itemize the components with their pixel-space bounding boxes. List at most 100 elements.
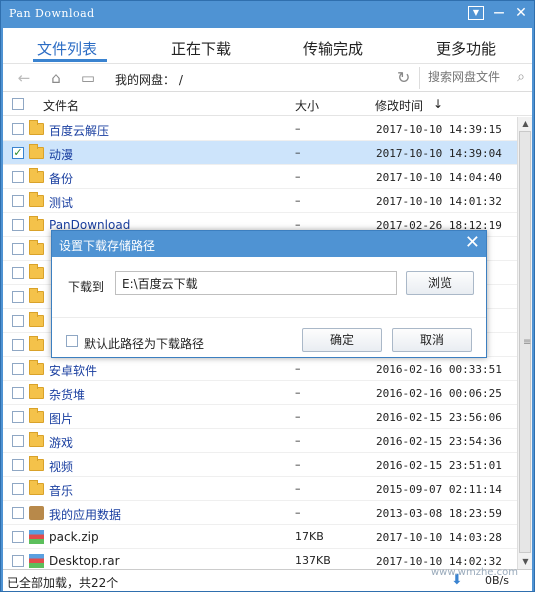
close-button[interactable]: ✕ — [513, 6, 529, 20]
folder-icon — [29, 120, 44, 135]
file-modified: 2017-10-10 14:04:40 — [376, 171, 502, 184]
file-size: – — [295, 434, 301, 447]
folder-icon — [29, 384, 44, 399]
header-size[interactable]: 大小 — [295, 97, 319, 114]
download-path-input[interactable] — [115, 271, 397, 295]
file-name[interactable]: 安卓软件 — [49, 362, 97, 379]
row-checkbox[interactable] — [12, 387, 24, 399]
file-size: – — [295, 122, 301, 135]
file-name[interactable]: 音乐 — [49, 482, 73, 499]
minimize-button[interactable]: — — [491, 6, 507, 20]
folder-icon — [29, 336, 44, 351]
select-all-checkbox[interactable] — [12, 98, 24, 110]
row-checkbox[interactable] — [12, 339, 24, 351]
row-checkbox[interactable] — [12, 267, 24, 279]
file-modified: 2017-10-10 14:39:15 — [376, 123, 502, 136]
dialog-close-icon[interactable]: ✕ — [465, 232, 480, 253]
table-row[interactable]: 百度云解压 – 2017-10-10 14:39:15 — [3, 117, 517, 141]
scroll-up-icon[interactable]: ▲ — [519, 117, 532, 130]
table-row[interactable]: pack.zip 17KB 2017-10-10 14:03:28 — [3, 525, 517, 549]
tab-more[interactable]: 更多功能 — [436, 38, 496, 59]
table-row[interactable]: 音乐 – 2015-09-07 02:11:14 — [3, 477, 517, 501]
file-name[interactable]: 动漫 — [49, 146, 73, 163]
search-icon[interactable]: ⌕ — [517, 69, 525, 85]
file-name[interactable]: 杂货堆 — [49, 386, 85, 403]
file-modified: 2016-02-15 23:51:01 — [376, 459, 502, 472]
default-path-checkbox[interactable] — [66, 335, 78, 347]
file-name[interactable]: 我的应用数据 — [49, 506, 121, 523]
home-icon[interactable]: ⌂ — [47, 69, 65, 87]
app-data-icon — [29, 506, 44, 520]
active-tab-indicator — [33, 59, 107, 62]
header-modified[interactable]: 修改时间 — [375, 97, 423, 114]
back-arrow-icon[interactable]: ← — [15, 69, 33, 87]
table-row[interactable]: 我的应用数据 – 2013-03-08 18:23:59 — [3, 501, 517, 525]
ok-button[interactable]: 确定 — [302, 328, 382, 352]
row-checkbox[interactable] — [12, 171, 24, 183]
table-row[interactable]: 安卓软件 – 2016-02-16 00:33:51 — [3, 357, 517, 381]
row-checkbox[interactable] — [12, 243, 24, 255]
file-name[interactable]: 备份 — [49, 170, 73, 187]
file-modified: 2016-02-15 23:54:36 — [376, 435, 502, 448]
row-checkbox[interactable]: ✓ — [12, 147, 24, 159]
table-row[interactable]: 游戏 – 2016-02-15 23:54:36 — [3, 429, 517, 453]
archive-icon — [29, 530, 44, 544]
watermark: www.wmzhe.com — [431, 567, 518, 578]
refresh-icon[interactable]: ↻ — [397, 68, 410, 87]
file-size: – — [295, 362, 301, 375]
file-name[interactable]: Desktop.rar — [49, 554, 120, 568]
scroll-down-icon[interactable]: ▼ — [519, 555, 532, 568]
row-checkbox[interactable] — [12, 291, 24, 303]
row-checkbox[interactable] — [12, 459, 24, 471]
file-size: 137KB — [295, 554, 331, 567]
row-checkbox[interactable] — [12, 531, 24, 543]
file-size: – — [295, 146, 301, 159]
search-input[interactable] — [420, 67, 508, 87]
folder-icon[interactable]: ▭ — [79, 69, 97, 87]
file-name[interactable]: 视频 — [49, 458, 73, 475]
table-row[interactable]: 测试 – 2017-10-10 14:01:32 — [3, 189, 517, 213]
cancel-button[interactable]: 取消 — [392, 328, 472, 352]
table-row[interactable]: 视频 – 2016-02-15 23:51:01 — [3, 453, 517, 477]
header-name[interactable]: 文件名 — [43, 97, 79, 114]
tab-downloading[interactable]: 正在下载 — [171, 38, 231, 59]
row-checkbox[interactable] — [12, 315, 24, 327]
row-checkbox[interactable] — [12, 435, 24, 447]
row-checkbox[interactable] — [12, 195, 24, 207]
app-window: Pan Download ▼ — ✕ 文件列表 正在下载 传输完成 更多功能 ←… — [0, 0, 535, 592]
vertical-scrollbar[interactable]: ▲ ≡ ▼ — [517, 117, 532, 569]
current-path: 我的网盘： / — [115, 73, 183, 87]
folder-icon — [29, 312, 44, 327]
file-size: 17KB — [295, 530, 324, 543]
file-name[interactable]: pack.zip — [49, 530, 99, 544]
folder-icon — [29, 240, 44, 255]
scroll-thumb[interactable]: ≡ — [519, 131, 531, 553]
row-checkbox[interactable] — [12, 483, 24, 495]
file-name[interactable]: 百度云解压 — [49, 122, 109, 139]
folder-icon — [29, 168, 44, 183]
file-name[interactable]: 测试 — [49, 194, 73, 211]
table-row[interactable]: 图片 – 2016-02-15 23:56:06 — [3, 405, 517, 429]
search-box: ⌕ — [419, 67, 529, 89]
file-size: – — [295, 194, 301, 207]
row-checkbox[interactable] — [12, 507, 24, 519]
table-row[interactable]: ✓ 动漫 – 2017-10-10 14:39:04 — [3, 141, 517, 165]
dialog-title-bar: 设置下载存储路径 ✕ — [52, 231, 486, 257]
title-bar: Pan Download ▼ — ✕ — [1, 1, 534, 27]
tab-file-list[interactable]: 文件列表 — [37, 38, 97, 59]
table-row[interactable]: 备份 – 2017-10-10 14:04:40 — [3, 165, 517, 189]
tab-bar: 文件列表 正在下载 传输完成 更多功能 — [3, 28, 532, 64]
browse-button[interactable]: 浏览 — [406, 271, 474, 295]
file-name[interactable]: 游戏 — [49, 434, 73, 451]
row-checkbox[interactable] — [12, 123, 24, 135]
file-size: – — [295, 458, 301, 471]
folder-icon — [29, 408, 44, 423]
row-checkbox[interactable] — [12, 555, 24, 567]
row-checkbox[interactable] — [12, 219, 24, 231]
row-checkbox[interactable] — [12, 411, 24, 423]
tab-completed[interactable]: 传输完成 — [303, 38, 363, 59]
row-checkbox[interactable] — [12, 363, 24, 375]
download-menu-icon[interactable]: ▼ — [468, 6, 484, 20]
table-row[interactable]: 杂货堆 – 2016-02-16 00:06:25 — [3, 381, 517, 405]
file-name[interactable]: 图片 — [49, 410, 73, 427]
